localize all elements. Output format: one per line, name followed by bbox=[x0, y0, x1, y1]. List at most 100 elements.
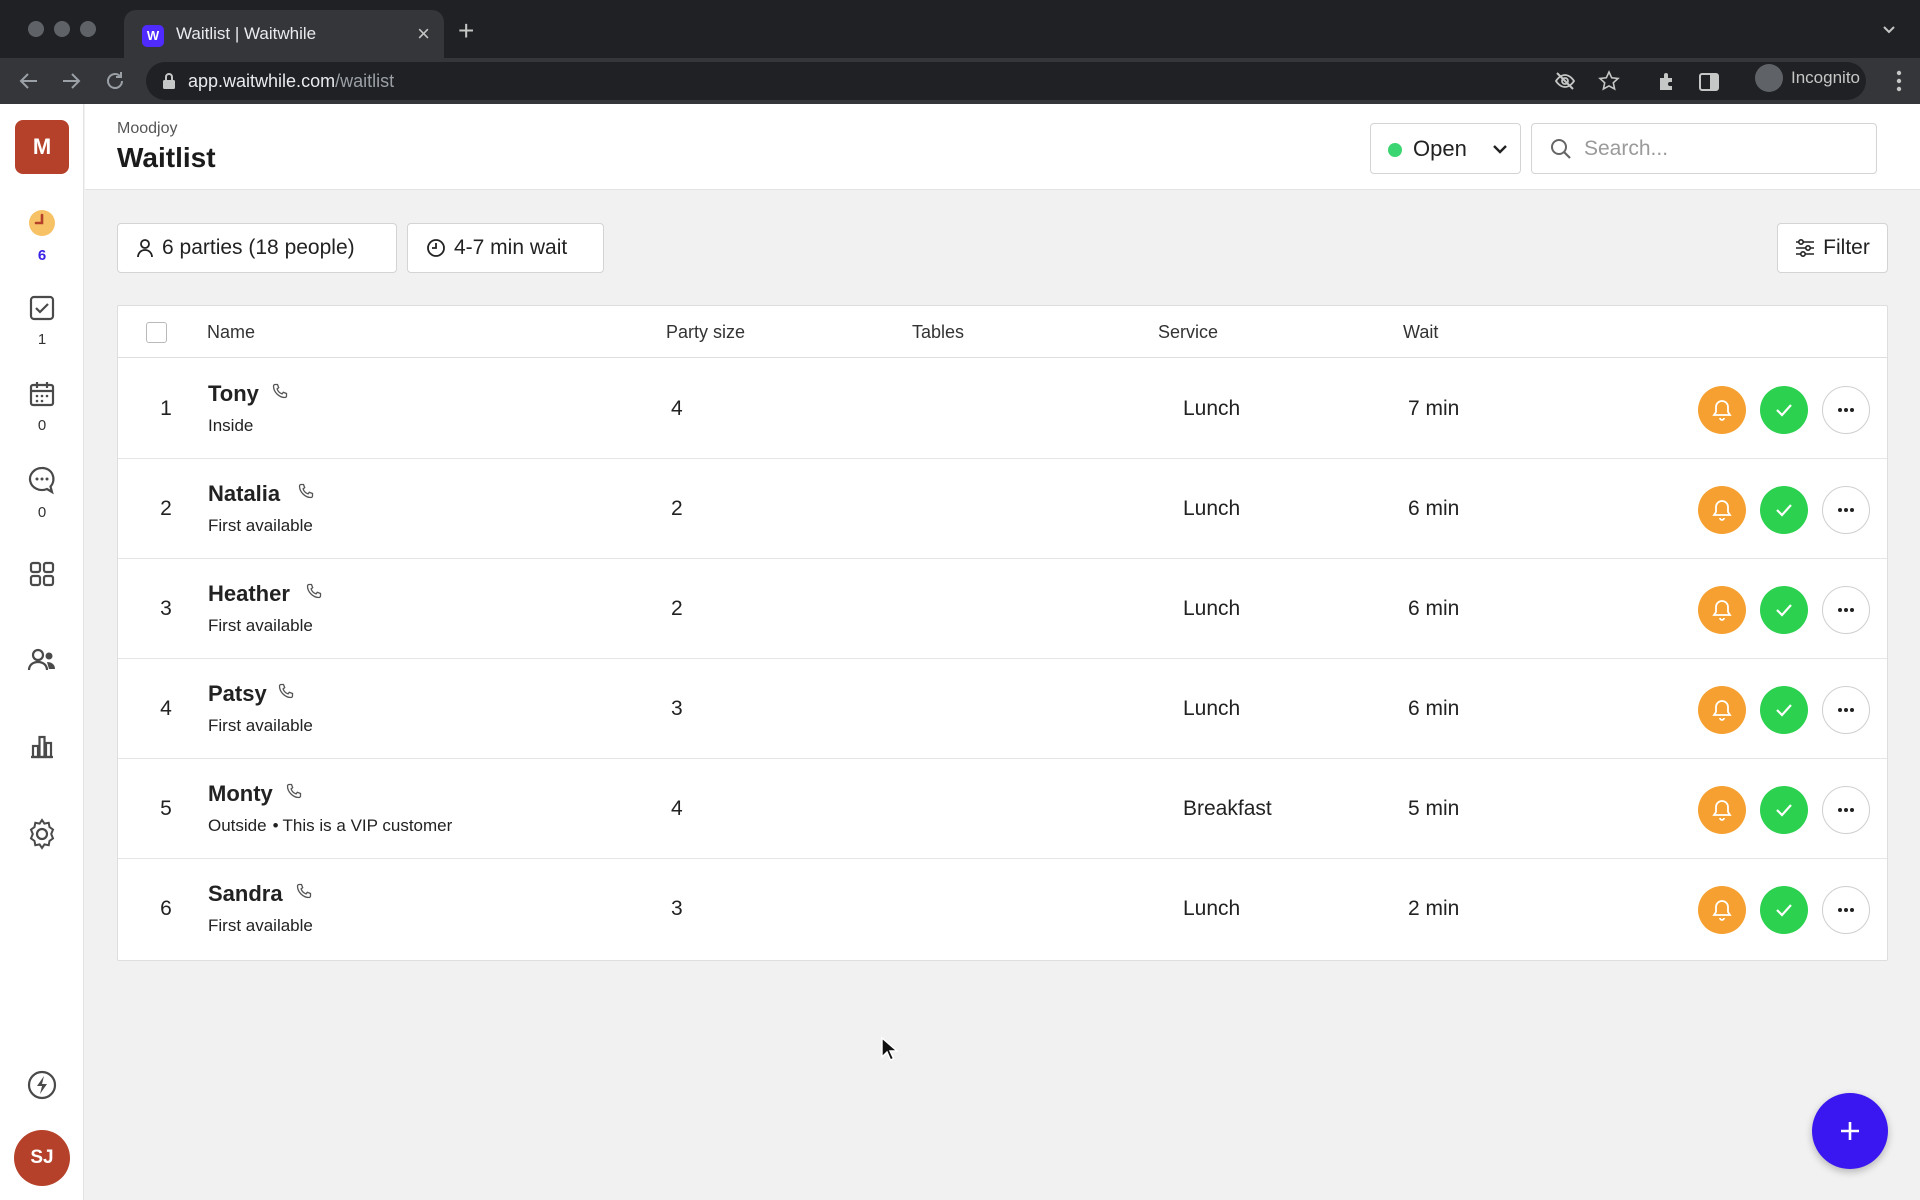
apps-grid-icon bbox=[29, 561, 55, 587]
row-position: 3 bbox=[160, 597, 172, 620]
new-tab-button[interactable]: + bbox=[458, 16, 474, 46]
search-input[interactable] bbox=[1584, 133, 1864, 165]
filter-button[interactable]: Filter bbox=[1777, 223, 1888, 273]
sidebar-item-analytics[interactable] bbox=[0, 732, 84, 765]
tab-search-chevron-icon[interactable] bbox=[1880, 20, 1898, 38]
tab-close-icon[interactable]: × bbox=[417, 21, 430, 47]
page-header: Moodjoy Waitlist Open bbox=[85, 104, 1920, 190]
bell-icon bbox=[1712, 500, 1732, 521]
serve-button[interactable] bbox=[1760, 386, 1808, 434]
browser-tab[interactable]: W Waitlist | Waitwhile × bbox=[124, 10, 444, 64]
party-name[interactable]: Patsy bbox=[208, 681, 267, 707]
eye-off-icon[interactable] bbox=[1554, 70, 1576, 92]
party-preference: First available bbox=[208, 716, 313, 735]
party-name[interactable]: Monty bbox=[208, 781, 273, 807]
more-options-button[interactable] bbox=[1822, 386, 1870, 434]
table-row[interactable]: 4 Patsy First available 3 Lunch 6 min bbox=[118, 659, 1887, 759]
party-seating-preference: First available bbox=[208, 716, 313, 736]
reload-icon[interactable] bbox=[102, 68, 128, 94]
serve-button[interactable] bbox=[1760, 486, 1808, 534]
table-row[interactable]: 2 Natalia First available 2 Lunch 6 min bbox=[118, 459, 1887, 559]
table-row[interactable]: 5 Monty Outside • This is a VIP customer 4 Bre… bbox=[118, 759, 1887, 859]
extensions-puzzle-icon[interactable] bbox=[1654, 69, 1680, 95]
more-options-button[interactable] bbox=[1822, 886, 1870, 934]
notify-button[interactable] bbox=[1698, 386, 1746, 434]
sidebar-item-customers[interactable] bbox=[0, 646, 84, 679]
column-header-name[interactable]: Name bbox=[207, 322, 255, 343]
window-close-dot[interactable] bbox=[28, 21, 44, 37]
checkmark-icon bbox=[1776, 504, 1792, 517]
bell-icon bbox=[1712, 800, 1732, 821]
party-name[interactable]: Sandra bbox=[208, 881, 283, 907]
party-count-pill[interactable]: 6 parties (18 people) bbox=[117, 223, 397, 273]
mouse-cursor-icon bbox=[881, 1036, 898, 1061]
window-minimize-dot[interactable] bbox=[54, 21, 70, 37]
back-arrow-icon[interactable] bbox=[16, 68, 42, 94]
org-avatar[interactable]: M bbox=[15, 120, 69, 174]
checkmark-icon bbox=[1776, 404, 1792, 417]
sidebar-item-settings[interactable] bbox=[0, 818, 84, 855]
sidebar-item-apps[interactable] bbox=[0, 560, 84, 593]
column-header-tables[interactable]: Tables bbox=[912, 322, 964, 343]
party-note: This is a VIP customer bbox=[282, 816, 453, 835]
forward-arrow-icon[interactable] bbox=[58, 68, 84, 94]
wait-time-value: 6 min bbox=[1408, 597, 1460, 620]
sidebar-item-bookings[interactable]: 0 bbox=[0, 380, 84, 434]
add-visitor-button[interactable] bbox=[1812, 1093, 1888, 1169]
search-box[interactable] bbox=[1531, 123, 1877, 174]
party-seating-preference: First available bbox=[208, 916, 313, 936]
more-options-button[interactable] bbox=[1822, 486, 1870, 534]
checkmark-icon bbox=[1776, 804, 1792, 817]
party-name[interactable]: Natalia bbox=[208, 481, 280, 507]
status-dropdown[interactable]: Open bbox=[1370, 123, 1521, 174]
party-size-value: 2 bbox=[671, 597, 683, 620]
notify-button[interactable] bbox=[1698, 686, 1746, 734]
phone-icon bbox=[272, 383, 288, 404]
party-seating-preference: Inside bbox=[208, 416, 253, 436]
serve-button[interactable] bbox=[1760, 686, 1808, 734]
party-count-label: 6 parties (18 people) bbox=[162, 236, 355, 259]
window-zoom-dot[interactable] bbox=[80, 21, 96, 37]
serve-button[interactable] bbox=[1760, 886, 1808, 934]
table-row[interactable]: 1 Tony Inside 4 Lunch 7 min bbox=[118, 359, 1887, 459]
sidebar-item-messages[interactable]: 0 bbox=[0, 465, 84, 521]
column-header-wait[interactable]: Wait bbox=[1403, 322, 1438, 343]
sidebar-item-whats-new[interactable] bbox=[0, 1070, 84, 1105]
party-name[interactable]: Heather bbox=[208, 581, 290, 607]
incognito-label: Incognito bbox=[1791, 68, 1860, 87]
wait-time-pill[interactable]: 4-7 min wait bbox=[407, 223, 604, 273]
serve-button[interactable] bbox=[1760, 586, 1808, 634]
users-icon bbox=[27, 648, 55, 671]
sidebar-item-waitlist[interactable]: 6 bbox=[0, 208, 84, 264]
user-avatar[interactable]: SJ bbox=[14, 1130, 70, 1186]
notify-button[interactable] bbox=[1698, 886, 1746, 934]
checkmark-icon bbox=[1776, 704, 1792, 717]
browser-menu-icon[interactable] bbox=[1896, 70, 1902, 92]
org-name: Moodjoy bbox=[117, 120, 178, 137]
notify-button[interactable] bbox=[1698, 586, 1746, 634]
more-options-button[interactable] bbox=[1822, 786, 1870, 834]
url-text: app.waitwhile.com/waitlist bbox=[188, 71, 394, 92]
table-row[interactable]: 6 Sandra First available 3 Lunch 2 min bbox=[118, 859, 1887, 959]
wait-time-value: 5 min bbox=[1408, 797, 1460, 820]
more-options-button[interactable] bbox=[1822, 686, 1870, 734]
notify-button[interactable] bbox=[1698, 786, 1746, 834]
more-options-button[interactable] bbox=[1822, 586, 1870, 634]
wait-time-label: 4-7 min wait bbox=[454, 236, 568, 259]
table-row[interactable]: 3 Heather First available 2 Lunch 6 min bbox=[118, 559, 1887, 659]
serve-button[interactable] bbox=[1760, 786, 1808, 834]
side-panel-icon[interactable] bbox=[1696, 69, 1722, 95]
address-bar[interactable]: app.waitwhile.com/waitlist bbox=[146, 62, 1866, 100]
notify-button[interactable] bbox=[1698, 486, 1746, 534]
ellipsis-icon bbox=[1838, 908, 1854, 912]
bookmark-star-icon[interactable] bbox=[1598, 70, 1620, 92]
phone-icon bbox=[296, 883, 312, 904]
settings-gear-icon bbox=[29, 818, 55, 850]
incognito-indicator[interactable]: Incognito bbox=[1755, 64, 1860, 92]
service-value: Breakfast bbox=[1183, 797, 1272, 820]
party-name[interactable]: Tony bbox=[208, 381, 259, 407]
sidebar-item-served[interactable]: 1 bbox=[0, 294, 84, 348]
select-all-checkbox[interactable] bbox=[146, 322, 167, 343]
column-header-service[interactable]: Service bbox=[1158, 322, 1218, 343]
column-header-party-size[interactable]: Party size bbox=[666, 322, 745, 343]
